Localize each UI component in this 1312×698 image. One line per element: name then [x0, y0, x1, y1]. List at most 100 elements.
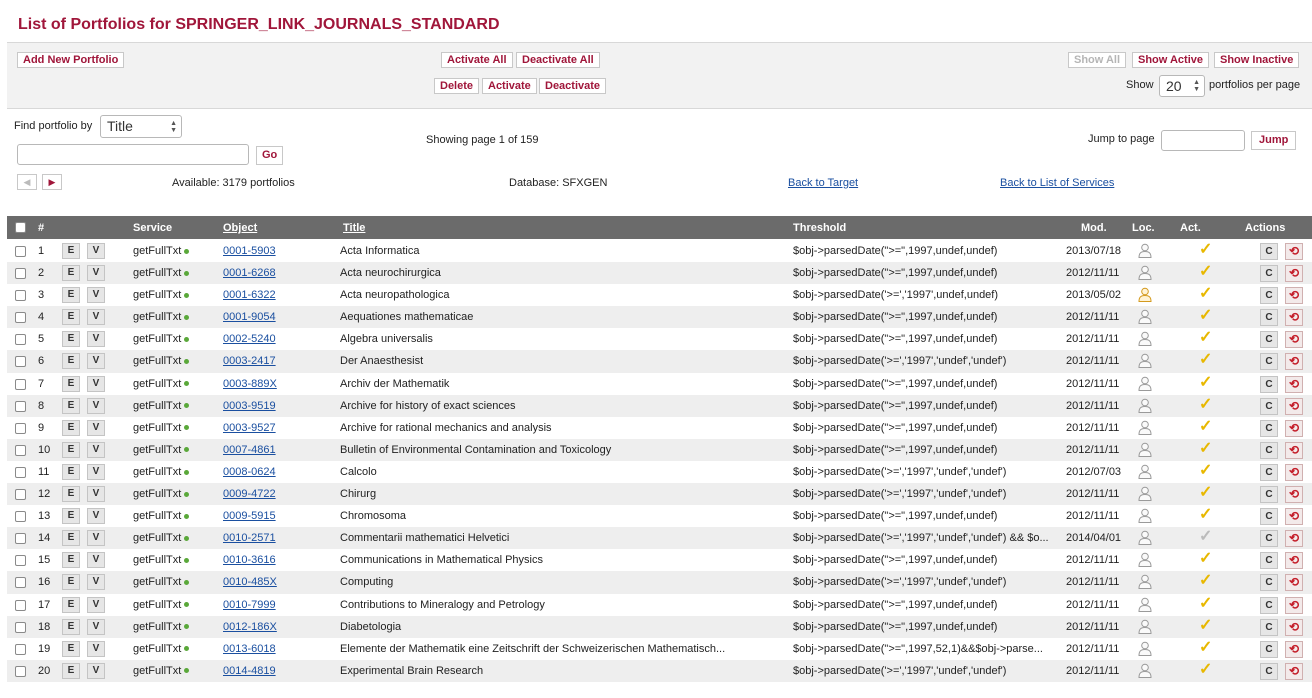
checkmark-icon[interactable]: ✓: [1199, 617, 1212, 634]
view-button[interactable]: V: [87, 441, 105, 458]
row-checkbox[interactable]: [15, 312, 26, 324]
arrow-left-icon[interactable]: ◀: [17, 174, 37, 190]
view-button[interactable]: V: [87, 640, 105, 657]
object-link[interactable]: 0014-4819: [223, 665, 276, 677]
delete-icon[interactable]: ⟲: [1285, 596, 1303, 614]
row-checkbox[interactable]: [15, 334, 26, 346]
arrow-right-icon[interactable]: ▶: [42, 174, 62, 190]
edit-button[interactable]: E: [62, 441, 80, 458]
user-icon[interactable]: [1138, 619, 1152, 634]
row-checkbox[interactable]: [15, 466, 26, 478]
checkmark-icon[interactable]: ✓: [1199, 440, 1212, 457]
checkmark-icon[interactable]: ✓: [1199, 551, 1212, 567]
edit-button[interactable]: E: [62, 640, 80, 657]
view-button[interactable]: V: [87, 552, 105, 569]
checkmark-icon[interactable]: ✓: [1199, 308, 1212, 324]
activate-button[interactable]: Activate: [482, 78, 537, 94]
row-checkbox[interactable]: [15, 444, 26, 456]
edit-button[interactable]: E: [62, 618, 80, 635]
edit-button[interactable]: E: [62, 287, 80, 304]
copy-button[interactable]: C: [1260, 353, 1278, 371]
object-link[interactable]: 0001-6268: [223, 267, 276, 279]
delete-icon[interactable]: ⟲: [1285, 419, 1303, 437]
checkmark-icon[interactable]: ✓: [1199, 264, 1212, 280]
row-checkbox[interactable]: [15, 290, 26, 302]
view-button[interactable]: V: [87, 397, 105, 414]
delete-icon[interactable]: ⟲: [1285, 486, 1303, 504]
delete-icon[interactable]: ⟲: [1285, 640, 1303, 658]
view-button[interactable]: V: [87, 287, 105, 304]
checkmark-icon[interactable]: ✓: [1199, 330, 1212, 346]
checkmark-icon[interactable]: ✓: [1199, 396, 1212, 413]
copy-button[interactable]: C: [1260, 618, 1278, 636]
view-button[interactable]: V: [87, 508, 105, 525]
edit-button[interactable]: E: [62, 265, 80, 282]
copy-button[interactable]: C: [1260, 397, 1278, 415]
object-link[interactable]: 0010-3616: [223, 554, 276, 566]
back-to-target-link[interactable]: Back to Target: [788, 177, 858, 189]
view-button[interactable]: V: [87, 596, 105, 613]
object-link[interactable]: 0001-9054: [223, 311, 276, 323]
edit-button[interactable]: E: [62, 486, 80, 503]
edit-button[interactable]: E: [62, 353, 80, 370]
edit-button[interactable]: E: [62, 574, 80, 591]
user-icon[interactable]: [1138, 508, 1152, 524]
copy-button[interactable]: C: [1260, 463, 1278, 481]
row-checkbox[interactable]: [15, 621, 26, 633]
copy-button[interactable]: C: [1260, 243, 1278, 260]
copy-button[interactable]: C: [1260, 265, 1278, 283]
delete-icon[interactable]: ⟲: [1285, 265, 1303, 283]
user-icon[interactable]: [1138, 353, 1152, 369]
checkmark-icon[interactable]: ✓: [1199, 661, 1212, 678]
add-new-portfolio-button[interactable]: Add New Portfolio: [17, 52, 125, 68]
user-icon[interactable]: [1138, 398, 1152, 413]
deactivate-all-button[interactable]: Deactivate All: [516, 52, 600, 68]
row-checkbox[interactable]: [15, 577, 26, 589]
per-page-select[interactable]: 20 ▲ ▼: [1159, 75, 1205, 97]
user-icon[interactable]: [1138, 287, 1152, 303]
object-link[interactable]: 0002-5240: [223, 333, 276, 345]
edit-button[interactable]: E: [62, 508, 80, 525]
user-icon[interactable]: [1138, 331, 1152, 347]
checkmark-icon[interactable]: ✓: [1199, 639, 1212, 656]
edit-button[interactable]: E: [62, 530, 80, 547]
copy-button[interactable]: C: [1260, 552, 1278, 570]
user-icon[interactable]: [1138, 530, 1152, 546]
row-checkbox[interactable]: [15, 665, 26, 677]
row-checkbox[interactable]: [15, 511, 26, 523]
delete-icon[interactable]: ⟲: [1285, 441, 1303, 459]
edit-button[interactable]: E: [62, 375, 80, 392]
object-link[interactable]: 0003-889X: [223, 378, 277, 390]
find-by-select[interactable]: Title ▲ ▼: [100, 115, 182, 138]
edit-button[interactable]: E: [62, 596, 80, 613]
checkmark-icon[interactable]: ✓: [1199, 352, 1212, 368]
user-icon[interactable]: [1138, 464, 1152, 479]
copy-button[interactable]: C: [1260, 508, 1278, 526]
user-icon[interactable]: [1138, 265, 1152, 281]
delete-icon[interactable]: ⟲: [1285, 463, 1303, 481]
object-link[interactable]: 0010-2571: [223, 532, 276, 544]
delete-icon[interactable]: ⟲: [1285, 508, 1303, 526]
view-button[interactable]: V: [87, 375, 105, 392]
edit-button[interactable]: E: [62, 662, 80, 679]
checkmark-icon[interactable]: ✓: [1199, 462, 1212, 479]
copy-button[interactable]: C: [1260, 331, 1278, 349]
user-icon[interactable]: [1138, 309, 1152, 325]
delete-icon[interactable]: ⟲: [1285, 287, 1303, 305]
edit-button[interactable]: E: [62, 552, 80, 569]
object-link[interactable]: 0001-5903: [223, 245, 276, 257]
object-link[interactable]: 0010-485X: [223, 576, 277, 588]
user-icon[interactable]: [1138, 597, 1152, 612]
user-icon[interactable]: [1138, 376, 1152, 391]
checkmark-icon[interactable]: ✓: [1199, 595, 1212, 612]
delete-icon[interactable]: ⟲: [1285, 353, 1303, 371]
object-link[interactable]: 0003-9527: [223, 422, 276, 434]
object-link[interactable]: 0013-6018: [223, 643, 276, 655]
delete-icon[interactable]: ⟲: [1285, 375, 1303, 393]
row-checkbox[interactable]: [15, 599, 26, 611]
checkmark-icon[interactable]: ✓: [1199, 242, 1212, 258]
checkmark-icon[interactable]: ✓: [1199, 507, 1212, 523]
delete-icon[interactable]: ⟲: [1285, 331, 1303, 349]
object-link[interactable]: 0012-186X: [223, 621, 277, 633]
checkmark-icon[interactable]: ✓: [1199, 485, 1212, 501]
